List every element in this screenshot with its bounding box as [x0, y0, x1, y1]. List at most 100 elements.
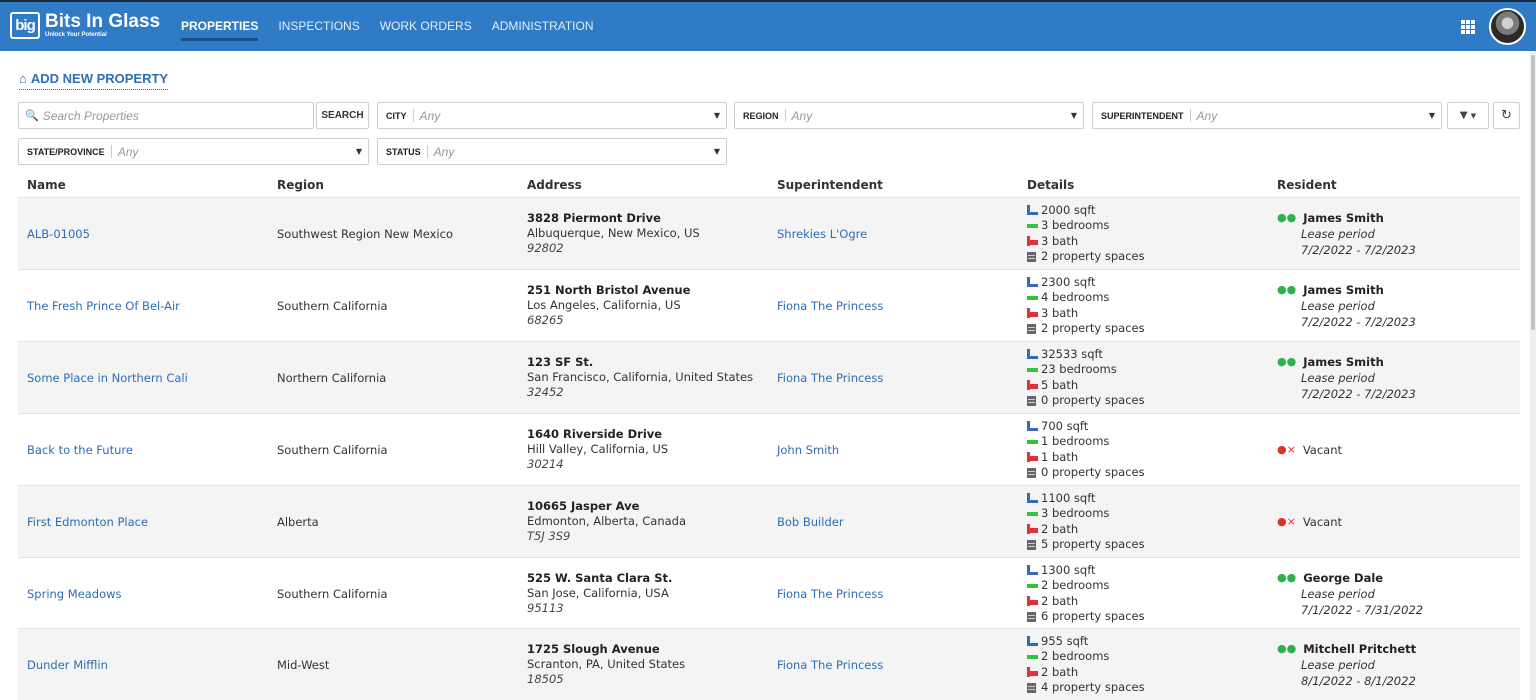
nav-work-orders[interactable]: WORK ORDERS: [380, 2, 472, 51]
resident-name: James Smith: [1303, 354, 1384, 369]
bed-icon: [1027, 436, 1038, 447]
bedrooms-value: 3 bedrooms: [1041, 506, 1110, 520]
spaces-value: 5 property spaces: [1041, 537, 1145, 551]
search-input[interactable]: [42, 108, 303, 123]
state-province-select[interactable]: STATE/PROVINCE Any ▼: [18, 138, 369, 165]
property-name-link[interactable]: First Edmonton Place: [27, 486, 148, 557]
bedrooms-value: 2 bedrooms: [1041, 649, 1110, 663]
lease-label: Lease period: [1301, 226, 1375, 241]
property-name-link[interactable]: The Fresh Prince Of Bel-Air: [27, 270, 180, 341]
chevron-down-icon: ▼: [1070, 111, 1077, 120]
bath-icon: [1027, 236, 1038, 247]
logo-name: Bits In Glass: [45, 11, 161, 32]
column-header-resident[interactable]: Resident: [1277, 178, 1337, 192]
resident-cell: ●● James Smith Lease period 7/2/2022 - 7/…: [1277, 198, 1416, 269]
lease-period: 7/1/2022 - 7/31/2022: [1301, 602, 1424, 617]
column-header-superintendent[interactable]: Superintendent: [777, 178, 883, 192]
superintendent-select[interactable]: SUPERINTENDENT Any ▼: [1092, 102, 1442, 129]
sqft-value: 2300 sqft: [1041, 274, 1096, 289]
address-zip: 68265: [527, 313, 564, 327]
resident-name: George Dale: [1303, 570, 1384, 585]
area-icon: [1027, 565, 1038, 576]
chevron-down-icon: ▼: [1470, 112, 1477, 120]
details-cell: 1300 sqft 2 bedrooms 2 bath 6 property s…: [1027, 558, 1145, 629]
main-nav: PROPERTIES INSPECTIONS WORK ORDERS ADMIN…: [181, 2, 614, 51]
table-row: Some Place in Northern Cali Northern Cal…: [18, 341, 1520, 413]
nav-inspections[interactable]: INSPECTIONS: [278, 2, 359, 51]
property-name-link[interactable]: Some Place in Northern Cali: [27, 342, 188, 413]
add-new-property-link[interactable]: ⌂ ADD NEW PROPERTY: [19, 71, 169, 90]
resident-cell: ●● Mitchell Pritchett Lease period 8/1/20…: [1277, 629, 1416, 700]
column-header-address[interactable]: Address: [527, 178, 582, 192]
address-cell: 3828 Piermont Drive Albuquerque, New Mex…: [527, 198, 700, 269]
users-icon: ●●: [1277, 210, 1297, 224]
region-cell: Southern California: [277, 442, 388, 457]
spaces-value: 6 property spaces: [1041, 609, 1145, 623]
app-logo[interactable]: big Bits In Glass Unlock Your Potential: [10, 12, 160, 39]
superintendent-link[interactable]: Bob Builder: [777, 486, 844, 557]
address-zip: T5J 3S9: [527, 529, 571, 543]
property-name-link[interactable]: Spring Meadows: [27, 558, 122, 629]
scrollbar-thumb[interactable]: [1531, 55, 1535, 330]
address-city: San Jose, California, USA: [527, 586, 669, 600]
refresh-button[interactable]: ↻: [1493, 102, 1520, 129]
area-icon: [1027, 205, 1038, 216]
address-city: Scranton, PA, United States: [527, 657, 686, 671]
region-cell: Alberta: [277, 514, 319, 529]
bath-icon: [1027, 667, 1038, 678]
property-name-link[interactable]: Dunder Mifflin: [27, 629, 108, 700]
status-select[interactable]: STATUS Any ▼: [377, 138, 727, 165]
user-avatar[interactable]: [1489, 8, 1526, 45]
address-cell: 1725 Slough Avenue Scranton, PA, United …: [527, 629, 685, 700]
lease-period: 7/2/2022 - 7/2/2023: [1301, 386, 1416, 401]
search-button[interactable]: SEARCH: [316, 102, 369, 129]
state-select-value: Any: [117, 144, 139, 159]
details-cell: 955 sqft 2 bedrooms 2 bath 4 property sp…: [1027, 629, 1145, 700]
chevron-down-icon: ▼: [355, 147, 362, 156]
vacant-label: Vacant: [1302, 442, 1343, 457]
superintendent-link[interactable]: Fiona The Princess: [777, 629, 883, 700]
column-header-details[interactable]: Details: [1027, 178, 1074, 192]
building-icon: [1027, 467, 1036, 478]
superintendent-link[interactable]: Fiona The Princess: [777, 558, 883, 629]
sqft-value: 1300 sqft: [1041, 562, 1096, 577]
column-header-name[interactable]: Name: [27, 178, 66, 192]
city-select[interactable]: CITY Any ▼: [377, 102, 727, 129]
property-name-link[interactable]: Back to the Future: [27, 414, 133, 485]
region-select-value: Any: [791, 108, 813, 123]
address-zip: 92802: [527, 241, 564, 255]
superintendent-link[interactable]: Fiona The Princess: [777, 270, 883, 341]
bath-icon: [1027, 308, 1038, 319]
bedrooms-value: 2 bedrooms: [1041, 578, 1110, 592]
bath-value: 2 bath: [1041, 664, 1079, 679]
property-name-link[interactable]: ALB-01005: [27, 198, 90, 269]
building-icon: [1027, 539, 1036, 550]
lease-label: Lease period: [1301, 370, 1375, 385]
bed-icon: [1027, 292, 1038, 303]
region-cell: Northern California: [277, 370, 387, 385]
resident-cell: ●● James Smith Lease period 7/2/2022 - 7/…: [1277, 270, 1416, 341]
users-icon: ●●: [1277, 354, 1297, 368]
bed-icon: [1027, 580, 1038, 591]
table-row: The Fresh Prince Of Bel-Air Southern Cal…: [18, 269, 1520, 341]
building-icon: [1027, 682, 1036, 693]
details-cell: 32533 sqft 23 bedrooms 5 bath 0 property…: [1027, 342, 1145, 413]
region-select[interactable]: REGION Any ▼: [734, 102, 1084, 129]
superintendent-link[interactable]: John Smith: [777, 414, 839, 485]
sqft-value: 32533 sqft: [1041, 346, 1103, 361]
address-zip: 95113: [527, 601, 564, 615]
column-header-region[interactable]: Region: [277, 178, 324, 192]
nav-administration[interactable]: ADMINISTRATION: [492, 2, 594, 51]
bedrooms-value: 1 bedrooms: [1041, 434, 1110, 448]
superintendent-link[interactable]: Fiona The Princess: [777, 342, 883, 413]
apps-grid-icon[interactable]: [1461, 20, 1475, 34]
users-icon: ●●: [1277, 282, 1297, 296]
search-box: 🔍: [18, 102, 314, 129]
resident-name: James Smith: [1303, 282, 1384, 297]
user-times-icon: ●×: [1277, 514, 1296, 528]
superintendent-link[interactable]: Shrekies L'Ogre: [777, 198, 867, 269]
filter-menu-button[interactable]: ▼ ▼: [1447, 102, 1489, 129]
bath-value: 2 bath: [1041, 593, 1079, 608]
nav-properties[interactable]: PROPERTIES: [181, 2, 259, 51]
sqft-value: 2000 sqft: [1041, 202, 1096, 217]
